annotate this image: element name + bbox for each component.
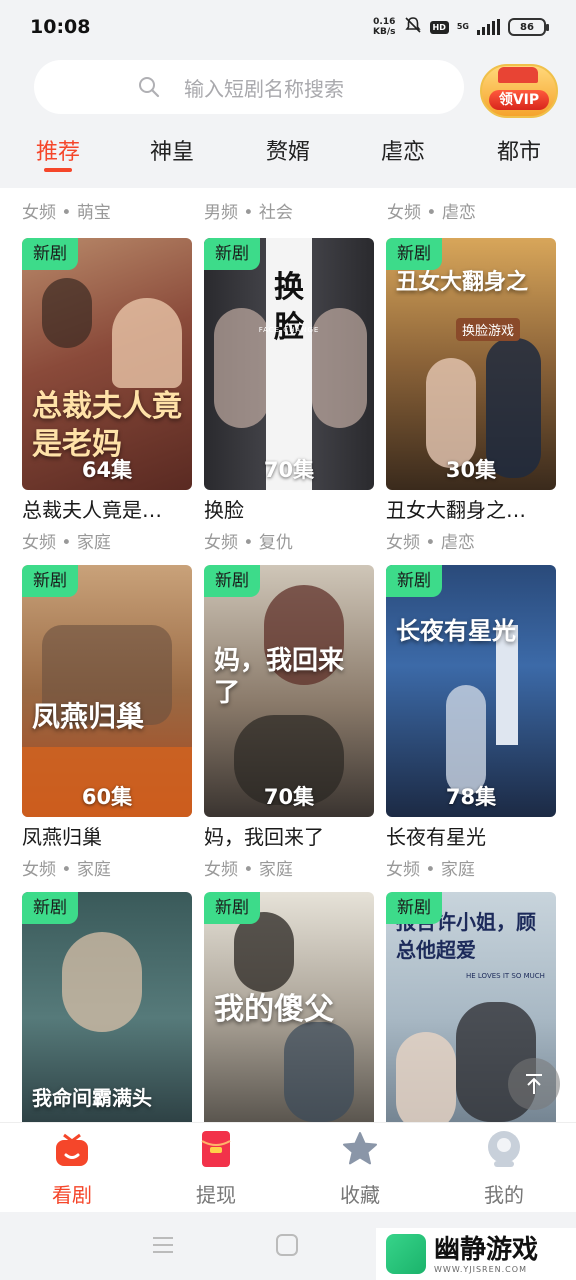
drama-feed[interactable]: 女频 • 萌宝 男频 • 社会 女频 • 虐恋 总裁夫人竟是老妈 新剧 64集 …	[0, 188, 576, 1122]
nav-favorites[interactable]: 收藏	[310, 1129, 410, 1208]
arrow-up-icon	[526, 1074, 542, 1094]
vip-label: 领VIP	[489, 90, 549, 110]
watermark-title: 幽静游戏	[434, 1234, 539, 1265]
new-badge: 新剧	[204, 238, 260, 270]
card-tags: 女频 • 虐恋	[387, 203, 476, 223]
episode-count: 60集	[81, 785, 133, 809]
poster-title-art: 我的傻父	[214, 992, 334, 1027]
nav-withdraw[interactable]: 提现	[166, 1129, 266, 1208]
episode-count: 70集	[263, 785, 315, 809]
status-time: 10:08	[30, 16, 91, 38]
card-title[interactable]: 换脸	[204, 494, 376, 523]
poster-image[interactable]: 总裁夫人竟是老妈 新剧 64集	[22, 238, 192, 490]
hd-icon: HD	[429, 20, 449, 34]
bottom-navigation: 看剧 提现 收藏 我的	[0, 1122, 576, 1212]
network-speed: 0.16 KB/s	[373, 17, 396, 37]
new-badge: 新剧	[204, 892, 260, 924]
new-badge: 新剧	[386, 238, 442, 270]
tab-dushi[interactable]: 都市	[497, 134, 541, 166]
poster-image[interactable]: 妈，我回来了 新剧 70集	[204, 565, 374, 817]
card-tags: 女频 • 家庭	[22, 533, 111, 553]
card-tags: 女频 • 萌宝	[22, 203, 111, 223]
poster-title-art: 总裁夫人竟是老妈	[32, 389, 182, 462]
tab-nuelian[interactable]: 虐恋	[381, 134, 425, 166]
poster-title-art: 凤燕归巢	[32, 700, 145, 733]
tab-zhuixu[interactable]: 赘婿	[266, 134, 310, 166]
poster-subtitle-art: HE LOVES IT SO MUCH	[466, 972, 545, 980]
card-title[interactable]: 丑女大翻身之…	[386, 494, 558, 523]
battery-icon: 86	[508, 18, 549, 36]
card-title[interactable]: 总裁夫人竟是…	[22, 494, 194, 523]
search-input[interactable]: 输入短剧名称搜索	[34, 60, 464, 114]
new-badge: 新剧	[22, 238, 78, 270]
scroll-to-top-button[interactable]	[508, 1058, 560, 1110]
card-tags: 女频 • 家庭	[22, 860, 111, 880]
status-bar: 10:08 0.16 KB/s HD 5G 86	[0, 0, 576, 54]
tab-recommend[interactable]: 推荐	[36, 134, 80, 166]
watermark: 幽静游戏 WWW.YJISREN.COM	[376, 1228, 576, 1280]
new-badge: 新剧	[386, 892, 442, 924]
watermark-url: WWW.YJISREN.COM	[434, 1264, 527, 1274]
new-badge: 新剧	[22, 565, 78, 597]
card-tags: 女频 • 家庭	[386, 860, 475, 880]
mute-icon	[404, 16, 422, 38]
vip-button[interactable]: 领VIP	[480, 64, 558, 118]
star-icon	[343, 1132, 377, 1165]
poster-image[interactable]: 丑女大翻身之 换脸游戏 新剧 30集	[386, 238, 556, 490]
nav-label: 提现	[196, 1183, 236, 1207]
signal-icon	[477, 19, 500, 35]
nav-label: 看剧	[52, 1183, 92, 1207]
crown-icon	[498, 67, 538, 83]
red-envelope-icon	[201, 1131, 231, 1167]
new-badge: 新剧	[204, 565, 260, 597]
new-badge: 新剧	[386, 565, 442, 597]
episode-count: 70集	[263, 458, 315, 482]
search-placeholder: 输入短剧名称搜索	[184, 76, 344, 101]
home-icon[interactable]	[276, 1234, 298, 1256]
card-tags: 女频 • 家庭	[204, 860, 293, 880]
active-tab-indicator	[44, 168, 72, 172]
poster-image[interactable]: 凤燕归巢 新剧 60集	[22, 565, 192, 817]
tab-shenhuang[interactable]: 神皇	[150, 134, 194, 166]
card-title[interactable]: 妈，我回来了	[204, 821, 376, 850]
episode-count: 30集	[445, 458, 497, 482]
episode-count: 64集	[81, 458, 133, 482]
nav-profile[interactable]: 我的	[454, 1129, 554, 1208]
poster-title-art: 长夜有星光	[396, 616, 516, 645]
tv-icon	[56, 1133, 88, 1166]
card-tags: 男频 • 社会	[204, 203, 293, 223]
profile-icon	[488, 1131, 520, 1167]
poster-title-art: 我命间霸满头	[32, 1086, 152, 1110]
nav-label: 我的	[484, 1183, 524, 1207]
category-tabs: 推荐 神皇 赘婿 虐恋 都市	[0, 124, 576, 180]
poster-subtitle-art: FACE CHANGE	[258, 326, 320, 334]
poster-image[interactable]: 长夜有星光 新剧 78集	[386, 565, 556, 817]
status-icons: 0.16 KB/s HD 5G 86	[373, 16, 549, 38]
nav-watch[interactable]: 看剧	[22, 1129, 122, 1208]
card-tags: 女频 • 复仇	[204, 533, 293, 553]
episode-count: 78集	[445, 785, 497, 809]
card-title[interactable]: 长夜有星光	[386, 821, 558, 850]
card-title[interactable]: 凤燕归巢	[22, 821, 194, 850]
poster-title-art: 妈，我回来了	[214, 646, 345, 708]
poster-title-art: 换脸	[274, 270, 304, 345]
network-type: 5G	[456, 22, 469, 31]
nav-label: 收藏	[340, 1183, 380, 1207]
poster-image[interactable]: 我的傻父 新剧	[204, 892, 374, 1122]
poster-subtitle-art: 换脸游戏	[456, 318, 521, 341]
poster-image[interactable]: 换脸 FACE CHANGE 新剧 70集	[204, 238, 374, 490]
card-tags: 女频 • 虐恋	[386, 533, 475, 553]
menu-icon[interactable]	[152, 1236, 174, 1254]
search-icon	[139, 77, 160, 98]
new-badge: 新剧	[22, 892, 78, 924]
poster-image[interactable]: 我命间霸满头 新剧	[22, 892, 192, 1122]
watermark-logo-icon	[386, 1234, 426, 1274]
